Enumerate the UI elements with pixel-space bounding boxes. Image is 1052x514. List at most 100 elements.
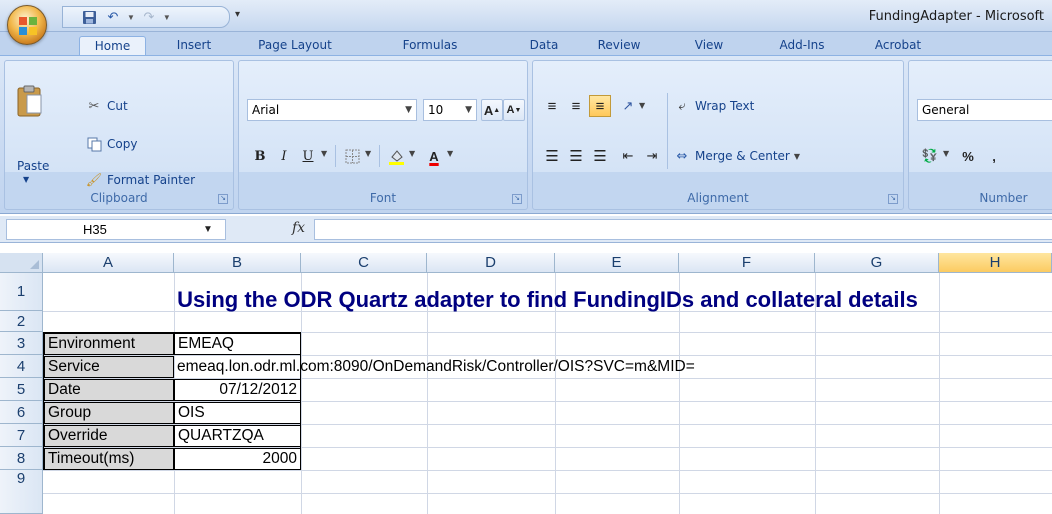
borders-dropdown-icon[interactable]: ▼ <box>365 149 371 158</box>
fill-color-button[interactable] <box>385 145 407 167</box>
orientation-button[interactable]: ↗ <box>617 95 639 117</box>
row-header-3[interactable]: 3 <box>0 332 43 355</box>
font-launcher-icon[interactable]: ↘ <box>512 194 522 204</box>
tab-formulas[interactable]: Formulas <box>390 36 470 56</box>
chevron-down-icon[interactable]: ▼ <box>465 100 472 120</box>
column-header-h[interactable]: H <box>939 253 1052 273</box>
comma-button[interactable]: , <box>983 145 1005 167</box>
label-cell[interactable]: Group <box>44 402 174 424</box>
row-header-4[interactable]: 4 <box>0 355 43 378</box>
increase-indent-button[interactable]: ⇥ <box>641 145 663 167</box>
paste-label[interactable]: Paste <box>17 159 49 173</box>
value-cell[interactable]: emeaq.lon.odr.ml.com:8090/OnDemandRisk/C… <box>174 356 874 378</box>
clipboard-launcher-icon[interactable]: ↘ <box>218 194 228 204</box>
label-cell[interactable]: Environment <box>44 333 174 355</box>
paste-button[interactable] <box>15 85 45 119</box>
format-painter-button[interactable]: 🖌 Format Painter <box>85 171 195 189</box>
row-header-2[interactable]: 2 <box>0 311 43 332</box>
column-header-c[interactable]: C <box>301 253 427 273</box>
orientation-dropdown-icon[interactable]: ▼ <box>639 101 645 110</box>
value-cell[interactable]: 2000 <box>174 448 301 470</box>
value-cell[interactable]: OIS <box>174 402 301 424</box>
shrink-font-button[interactable]: A ▼ <box>503 99 525 121</box>
office-button[interactable] <box>7 5 47 45</box>
merge-center-icon: ⇔ <box>676 148 688 164</box>
name-box[interactable]: H35 ▼ <box>6 219 226 240</box>
label-cell[interactable]: Timeout(ms) <box>44 448 174 470</box>
label-cell[interactable]: Override <box>44 425 174 447</box>
font-color-dropdown-icon[interactable]: ▼ <box>447 149 453 158</box>
column-header-b[interactable]: B <box>174 253 301 273</box>
wrap-text-button[interactable]: ⤶ Wrap Text <box>673 97 754 115</box>
formula-input[interactable] <box>314 219 1052 240</box>
column-header-d[interactable]: D <box>427 253 555 273</box>
spreadsheet-grid: A B C D E F G H 1 2 3 4 5 6 7 8 9 Using … <box>0 253 1052 514</box>
align-left-button[interactable]: ☰ <box>541 145 563 167</box>
font-name-combo[interactable]: Arial ▼ <box>247 99 417 121</box>
number-group: General 💱 ▼ % , Number <box>908 60 1052 210</box>
currency-button[interactable]: 💱 <box>919 145 941 167</box>
undo-icon[interactable]: ↶ <box>103 8 123 26</box>
column-header-g[interactable]: G <box>815 253 939 273</box>
underline-button[interactable]: U <box>297 145 319 167</box>
row-header-1[interactable]: 1 <box>0 273 43 311</box>
font-color-button[interactable]: A <box>423 145 445 167</box>
row-header-6[interactable]: 6 <box>0 401 43 424</box>
align-middle-button[interactable]: ≡ <box>565 95 587 117</box>
format-painter-label: Format Painter <box>107 173 196 187</box>
cut-button[interactable]: ✂ Cut <box>85 97 128 115</box>
grow-font-button[interactable]: A ▲ <box>481 99 503 121</box>
alignment-launcher-icon[interactable]: ↘ <box>888 194 898 204</box>
row-header-5[interactable]: 5 <box>0 378 43 401</box>
decrease-indent-button[interactable]: ⇤ <box>617 145 639 167</box>
tab-home[interactable]: Home <box>79 36 146 56</box>
select-all-corner[interactable] <box>0 253 43 273</box>
undo-dropdown-icon[interactable]: ▼ <box>127 13 135 22</box>
align-center-button[interactable]: ☰ <box>565 145 587 167</box>
value-cell[interactable]: EMEAQ <box>174 333 301 355</box>
number-group-label: Number <box>979 191 1028 205</box>
font-size-combo[interactable]: 10 ▼ <box>423 99 477 121</box>
redo-icon[interactable]: ↷ <box>139 8 159 26</box>
customize-qat-icon[interactable]: ▾ <box>235 9 240 20</box>
merge-center-button[interactable]: ⇔ Merge & Center ▼ <box>673 147 800 165</box>
label-cell[interactable]: Service <box>44 356 174 378</box>
copy-button[interactable]: Copy <box>85 135 137 153</box>
tab-view[interactable]: View <box>684 36 734 56</box>
value-cell[interactable]: 07/12/2012 <box>174 379 301 401</box>
chevron-down-icon[interactable]: ▼ <box>405 100 412 120</box>
percent-button[interactable]: % <box>957 145 979 167</box>
chevron-down-icon[interactable]: ▼ <box>203 220 213 239</box>
align-bottom-button[interactable]: ≡ <box>589 95 611 117</box>
tab-add-ins[interactable]: Add-Ins <box>766 36 838 56</box>
currency-dropdown-icon[interactable]: ▼ <box>943 149 949 158</box>
tab-review[interactable]: Review <box>588 36 650 56</box>
align-right-button[interactable]: ☰ <box>589 145 611 167</box>
row-header-9[interactable]: 9 <box>0 470 43 514</box>
redo-dropdown-icon[interactable]: ▼ <box>163 13 171 22</box>
tab-insert[interactable]: Insert <box>166 36 222 56</box>
borders-button[interactable] <box>341 145 363 167</box>
number-format-combo[interactable]: General <box>917 99 1052 121</box>
label-cell[interactable]: Date <box>44 379 174 401</box>
sheet-title-cell[interactable]: Using the ODR Quartz adapter to find Fun… <box>43 287 1052 313</box>
italic-button[interactable]: I <box>273 145 295 167</box>
tab-acrobat[interactable]: Acrobat <box>865 36 931 56</box>
column-header-e[interactable]: E <box>555 253 679 273</box>
row-header-8[interactable]: 8 <box>0 447 43 470</box>
paste-dropdown-icon[interactable]: ▼ <box>23 175 29 184</box>
tab-page-layout[interactable]: Page Layout <box>245 36 345 56</box>
value-cell[interactable]: QUARTZQA <box>174 425 301 447</box>
align-top-button[interactable]: ≡ <box>541 95 563 117</box>
underline-dropdown-icon[interactable]: ▼ <box>321 149 327 158</box>
row-header-7[interactable]: 7 <box>0 424 43 447</box>
column-header-a[interactable]: A <box>43 253 174 273</box>
tab-data[interactable]: Data <box>522 36 566 56</box>
save-icon[interactable] <box>79 8 99 26</box>
bold-button[interactable]: B <box>249 145 271 167</box>
merge-dropdown-icon[interactable]: ▼ <box>794 152 800 161</box>
column-header-f[interactable]: F <box>679 253 815 273</box>
font-group: Arial ▼ 10 ▼ A ▲ A ▼ B I U ▼ ▼ ▼ A ▼ Font … <box>238 60 528 210</box>
fill-color-dropdown-icon[interactable]: ▼ <box>409 149 415 158</box>
insert-function-icon[interactable]: fx <box>292 220 305 236</box>
